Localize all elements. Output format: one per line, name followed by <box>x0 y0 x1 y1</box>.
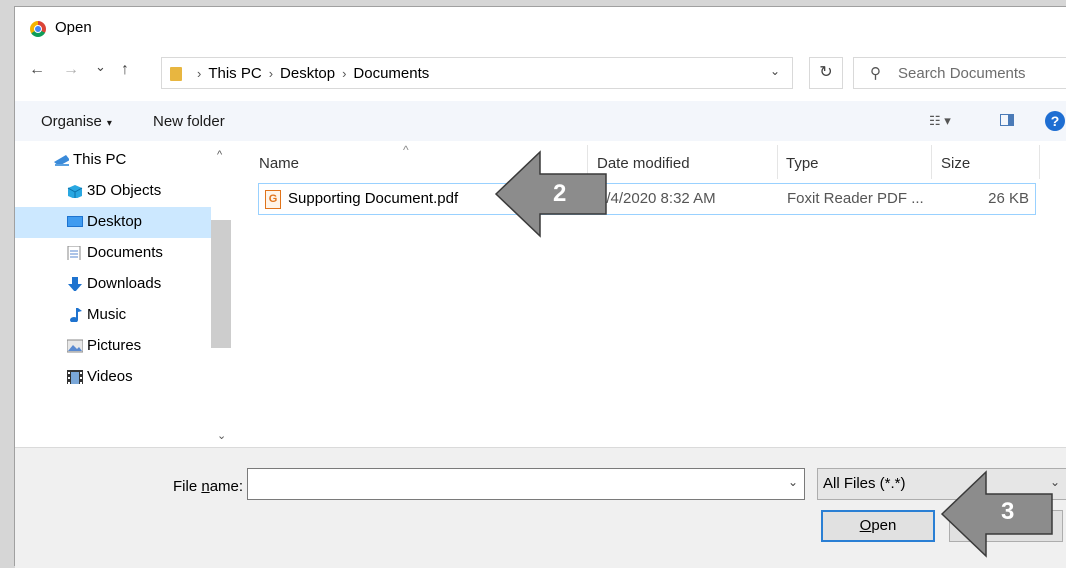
computer-icon <box>54 155 69 166</box>
crumb-documents[interactable]: Documents <box>353 65 429 82</box>
cube-icon <box>67 185 83 198</box>
search-input[interactable]: ⚲ Search Documents <box>853 57 1066 89</box>
file-type-value: All Files (*.*) <box>823 475 906 492</box>
column-size[interactable]: Size <box>941 155 970 172</box>
scroll-up-icon[interactable]: ^ <box>217 149 222 161</box>
scroll-down-icon[interactable]: ⌄ <box>217 429 226 442</box>
file-list: ^ Name Date modified Type Size G Support… <box>241 143 1066 447</box>
video-icon <box>67 370 83 384</box>
music-icon <box>70 308 82 322</box>
breadcrumb: › This PC › Desktop › Documents <box>197 65 430 82</box>
view-options-icon[interactable]: ☷ ▾ <box>929 113 951 129</box>
back-button[interactable]: ← <box>29 61 45 79</box>
nav-item-desktop[interactable]: Desktop <box>15 207 211 238</box>
file-name-label: File name: <box>173 478 244 495</box>
file-name: Supporting Document.pdf <box>288 190 459 207</box>
file-date: 3/4/2020 8:32 AM <box>598 190 716 207</box>
column-type[interactable]: Type <box>786 155 819 172</box>
nav-item-documents[interactable]: Documents <box>15 238 211 269</box>
window-title: Open <box>55 19 92 36</box>
up-button[interactable]: ↑ <box>121 61 129 79</box>
desktop-icon <box>67 216 83 227</box>
nav-scrollbar-thumb[interactable] <box>211 220 231 348</box>
sort-ascending-icon: ^ <box>403 143 409 157</box>
nav-item-pictures[interactable]: Pictures <box>15 331 211 362</box>
nav-item-music[interactable]: Music <box>15 300 211 331</box>
chevron-down-icon: ▾ <box>106 118 112 129</box>
chrome-icon <box>30 21 46 37</box>
recent-locations-button[interactable]: ⌄ <box>95 59 106 75</box>
preview-pane-icon[interactable] <box>1000 114 1014 126</box>
search-placeholder: Search Documents <box>898 65 1026 82</box>
search-icon: ⚲ <box>870 65 881 82</box>
help-icon[interactable]: ? <box>1045 111 1065 131</box>
pictures-icon <box>67 339 83 353</box>
nav-item-downloads[interactable]: Downloads <box>15 269 211 300</box>
crumb-desktop[interactable]: Desktop <box>280 65 335 82</box>
crumb-this-pc[interactable]: This PC <box>208 65 261 82</box>
column-date-modified[interactable]: Date modified <box>597 155 690 172</box>
callout-number-3: 3 <box>1001 498 1015 525</box>
chevron-down-icon[interactable]: ⌄ <box>788 475 798 489</box>
nav-item-videos[interactable]: Videos <box>15 362 211 393</box>
file-name-input[interactable]: ⌄ <box>247 468 805 500</box>
organise-button[interactable]: Organise ▾ <box>41 113 112 130</box>
open-dialog: Open ✕ ← → ⌄ ↑ ›This PC›Desktop›Document… <box>14 6 1066 568</box>
callout-arrow-2 <box>494 150 607 238</box>
callout-arrow-3 <box>940 470 1053 558</box>
command-bar: Organise ▾ New folder ☷ ▾ ? <box>15 101 1066 141</box>
new-folder-button[interactable]: New folder <box>153 113 225 130</box>
file-type: Foxit Reader PDF ... <box>787 190 924 207</box>
pdf-file-icon: G <box>265 190 281 209</box>
refresh-button[interactable]: ↻ <box>809 57 843 89</box>
document-icon <box>67 246 81 260</box>
table-row[interactable]: G Supporting Document.pdf 3/4/2020 8:32 … <box>258 183 1036 215</box>
nav-item-this-pc[interactable]: This PC <box>15 145 211 176</box>
chevron-down-icon[interactable]: ⌄ <box>770 64 780 78</box>
navigation-pane: This PC 3D Objects Desktop Documents Dow… <box>15 145 231 447</box>
forward-button[interactable]: → <box>63 61 79 79</box>
dialog-footer: File name: ⌄ All Files (*.*) ⌄ Open <box>15 447 1066 568</box>
file-size: 26 KB <box>988 190 1029 207</box>
title-bar: Open ✕ <box>15 7 1066 47</box>
callout-number-2: 2 <box>553 180 567 207</box>
folder-icon <box>170 67 182 81</box>
column-name[interactable]: Name <box>259 155 299 172</box>
download-icon <box>68 277 82 291</box>
open-button[interactable]: Open <box>821 510 935 542</box>
address-row: ← → ⌄ ↑ › This PC › Desktop › Documents ⌄ ↻ ⚲… <box>15 55 1066 91</box>
nav-item-3d-objects[interactable]: 3D Objects <box>15 176 211 207</box>
address-bar[interactable]: › This PC › Desktop › Documents ⌄ <box>161 57 793 89</box>
